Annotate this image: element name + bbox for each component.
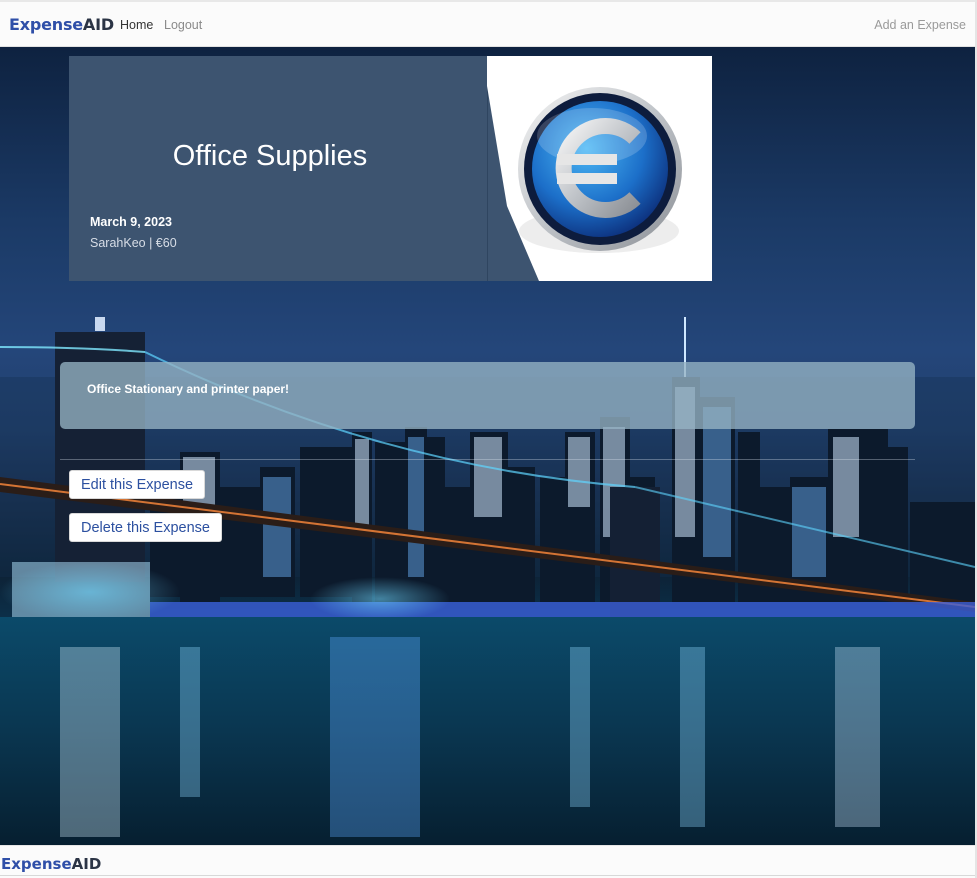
divider-line bbox=[60, 459, 915, 460]
footer-brand-part-2: AID bbox=[71, 855, 102, 873]
euro-coin-icon bbox=[487, 56, 712, 281]
expense-date: March 9, 2023 bbox=[90, 215, 172, 229]
footer-brand-part-1: Expense bbox=[1, 855, 72, 873]
footer-brand-logo[interactable]: ExpenseAID bbox=[1, 855, 101, 873]
nav-add-expense-link[interactable]: Add an Expense bbox=[874, 18, 966, 32]
expense-description-box: Office Stationary and printer paper! bbox=[60, 362, 915, 429]
delete-expense-button[interactable]: Delete this Expense bbox=[69, 513, 222, 542]
expense-header-card: Office Supplies March 9, 2023 SarahKeo |… bbox=[69, 56, 712, 281]
nav-home-link[interactable]: Home bbox=[120, 18, 153, 32]
expense-title: Office Supplies bbox=[172, 140, 368, 172]
brand-logo[interactable]: ExpenseAID bbox=[9, 15, 114, 34]
page: ExpenseAID Home Logout Add an Expense Of… bbox=[0, 0, 977, 878]
expense-image bbox=[487, 56, 712, 281]
navbar: ExpenseAID Home Logout Add an Expense bbox=[0, 0, 975, 47]
footer: ExpenseAID bbox=[0, 845, 975, 878]
nav-logout-link[interactable]: Logout bbox=[164, 18, 202, 32]
brand-part-2: AID bbox=[82, 15, 114, 34]
brand-part-1: Expense bbox=[9, 15, 83, 34]
edit-expense-button[interactable]: Edit this Expense bbox=[69, 470, 206, 499]
expense-meta: SarahKeo | €60 bbox=[90, 236, 177, 250]
footer-bottom-line bbox=[0, 875, 975, 876]
expense-description: Office Stationary and printer paper! bbox=[87, 382, 290, 396]
